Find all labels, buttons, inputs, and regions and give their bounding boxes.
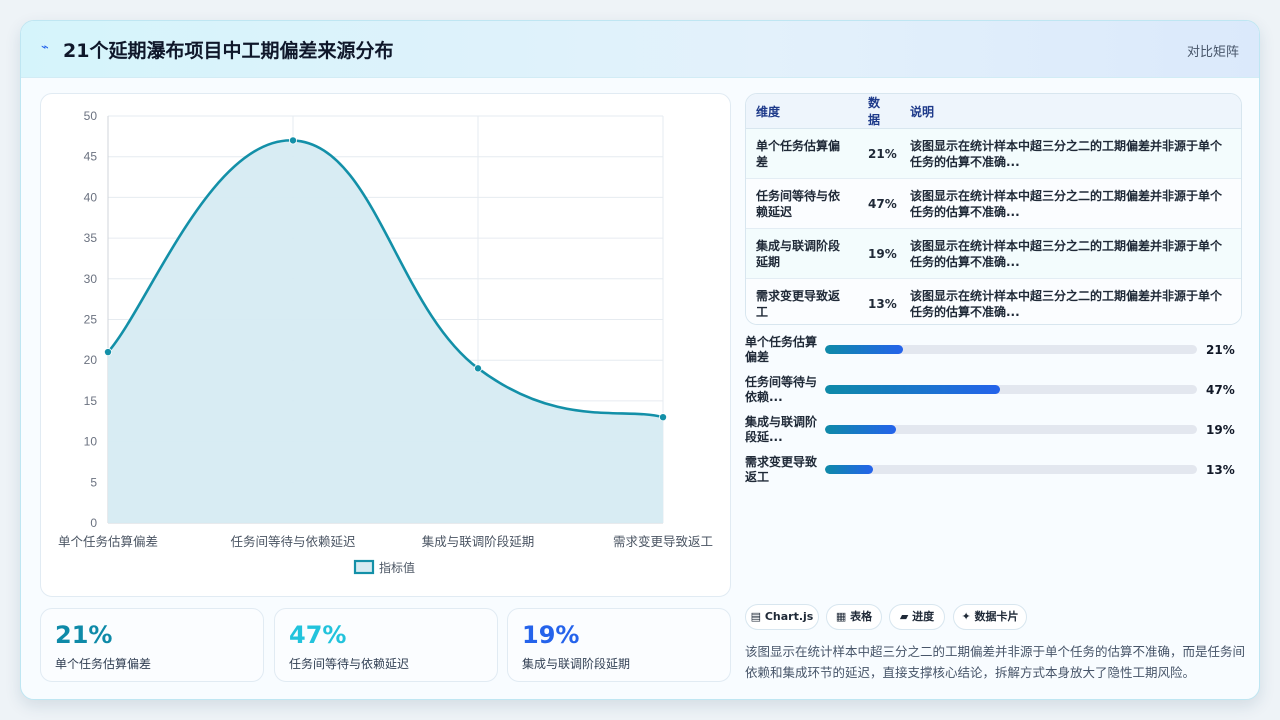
y-tick-label: 25 bbox=[84, 313, 98, 327]
table-header-dim: 维度 bbox=[746, 94, 858, 129]
x-tick-label: 需求变更导致返工 bbox=[613, 534, 713, 549]
progress-label: 单个任务估算偏差 bbox=[745, 335, 818, 364]
y-tick-label: 45 bbox=[84, 150, 98, 164]
progress-track bbox=[825, 425, 1197, 434]
table-cell-desc: 该图显示在统计样本中超三分之二的工期偏差并非源于单个任务的估算不准确... bbox=[900, 128, 1241, 179]
chip-chartjs[interactable]: ▤ Chart.js bbox=[745, 604, 819, 630]
progress-fill bbox=[825, 465, 874, 474]
table-cell-value: 47% bbox=[858, 178, 900, 229]
table-row: 需求变更导致返工 13% 该图显示在统计样本中超三分之二的工期偏差并非源于单个任… bbox=[746, 278, 1241, 324]
stat-label: 集成与联调阶段延期 bbox=[522, 657, 631, 671]
table-cell-value: 19% bbox=[858, 228, 900, 279]
data-point bbox=[473, 364, 482, 373]
x-tick-label: 任务间等待与依赖延迟 bbox=[230, 534, 356, 549]
chip-progress[interactable]: ▰ 进度 bbox=[889, 604, 945, 630]
chip-data-card[interactable]: ✦ 数据卡片 bbox=[953, 604, 1027, 630]
data-table: 维度 数据 说明 单个任务估算偏差 21% 该图显示在统计样本中超三分之二的工期… bbox=[746, 94, 1241, 324]
table-header-desc: 说明 bbox=[900, 94, 1241, 129]
stat-value: 19% bbox=[522, 621, 580, 649]
table-cell-dim: 任务间等待与依赖延迟 bbox=[746, 178, 858, 229]
page-title: 21个延期瀑布项目中工期偏差来源分布 bbox=[63, 40, 394, 62]
stat-value: 47% bbox=[289, 621, 347, 649]
stat-card: 21% 单个任务估算偏差 bbox=[40, 608, 264, 682]
table-cell-dim: 单个任务估算偏差 bbox=[746, 128, 858, 179]
y-tick-label: 0 bbox=[90, 516, 97, 530]
table-cell-dim: 集成与联调阶段延期 bbox=[746, 228, 858, 279]
dashboard-card: ⌁ 21个延期瀑布项目中工期偏差来源分布 对比矩阵 0 5 10 15 20 25 30 35… bbox=[20, 20, 1260, 700]
stat-value: 21% bbox=[55, 621, 113, 649]
table-cell-desc: 该图显示在统计样本中超三分之二的工期偏差并非源于单个任务的估算不准确... bbox=[900, 178, 1241, 229]
spark-icon: ⌁ bbox=[41, 40, 49, 55]
data-table-panel: 维度 数据 说明 单个任务估算偏差 21% 该图显示在统计样本中超三分之二的工期… bbox=[745, 93, 1242, 325]
chip-table[interactable]: ▦ 表格 bbox=[826, 604, 882, 630]
progress-label: 需求变更导致返工 bbox=[745, 455, 818, 484]
legend-label: 指标值 bbox=[379, 560, 415, 575]
table-header-value: 数据 bbox=[858, 94, 900, 129]
data-point bbox=[104, 348, 113, 357]
progress-row: 集成与联调阶段延... 19% bbox=[745, 413, 1240, 449]
table-header-row: 维度 数据 说明 bbox=[746, 94, 1241, 129]
table-cell-desc: 该图显示在统计样本中超三分之二的工期偏差并非源于单个任务的估算不准确... bbox=[900, 278, 1241, 324]
y-tick-label: 40 bbox=[84, 190, 98, 204]
stat-label: 单个任务估算偏差 bbox=[55, 657, 152, 671]
data-point bbox=[288, 136, 297, 145]
stat-label: 任务间等待与依赖延迟 bbox=[289, 657, 410, 671]
progress-value: 19% bbox=[1206, 423, 1235, 437]
x-tick-label: 单个任务估算偏差 bbox=[58, 534, 158, 549]
progress-fill bbox=[825, 345, 904, 354]
line-chart: 0 5 10 15 20 25 30 35 40 45 50 单个任务估算偏差 任务间等待与依赖延迟 集成… bbox=[58, 109, 713, 575]
y-tick-label: 35 bbox=[84, 231, 98, 245]
progress-track bbox=[825, 345, 1197, 354]
progress-value: 13% bbox=[1206, 463, 1235, 477]
progress-track bbox=[825, 465, 1197, 474]
progress-row: 需求变更导致返工 13% bbox=[745, 453, 1240, 489]
table-cell-value: 21% bbox=[858, 128, 900, 179]
progress-row: 任务间等待与依赖... 47% bbox=[745, 373, 1240, 409]
progress-row: 单个任务估算偏差 21% bbox=[745, 333, 1240, 369]
legend-swatch bbox=[353, 559, 375, 575]
stat-card: 19% 集成与联调阶段延期 bbox=[507, 608, 731, 682]
table-cell-dim: 需求变更导致返工 bbox=[746, 278, 858, 324]
stat-card: 47% 任务间等待与依赖延迟 bbox=[274, 608, 498, 682]
table-row: 集成与联调阶段延期 19% 该图显示在统计样本中超三分之二的工期偏差并非源于单个… bbox=[746, 228, 1241, 279]
y-tick-label: 30 bbox=[84, 272, 98, 286]
y-tick-label: 20 bbox=[84, 353, 98, 367]
progress-track bbox=[825, 385, 1197, 394]
progress-fill bbox=[825, 385, 1000, 394]
progress-fill bbox=[825, 425, 896, 434]
y-tick-label: 50 bbox=[84, 109, 98, 123]
progress-label: 任务间等待与依赖... bbox=[745, 375, 818, 404]
progress-value: 47% bbox=[1206, 383, 1235, 397]
table-cell-desc: 该图显示在统计样本中超三分之二的工期偏差并非源于单个任务的估算不准确... bbox=[900, 228, 1241, 279]
table-row: 单个任务估算偏差 21% 该图显示在统计样本中超三分之二的工期偏差并非源于单个任… bbox=[746, 128, 1241, 179]
header-bar: ⌁ 21个延期瀑布项目中工期偏差来源分布 对比矩阵 bbox=[21, 21, 1259, 78]
x-tick-label: 集成与联调阶段延期 bbox=[422, 534, 535, 549]
table-row: 任务间等待与依赖延迟 47% 该图显示在统计样本中超三分之二的工期偏差并非源于单… bbox=[746, 178, 1241, 229]
progress-value: 21% bbox=[1206, 343, 1235, 357]
data-point bbox=[659, 413, 668, 422]
progress-label: 集成与联调阶段延... bbox=[745, 415, 818, 444]
view-mode-label[interactable]: 对比矩阵 bbox=[1187, 41, 1239, 60]
y-tick-label: 5 bbox=[90, 475, 97, 489]
table-cell-value: 13% bbox=[858, 278, 900, 324]
y-tick-label: 10 bbox=[84, 435, 98, 449]
summary-text: 该图显示在统计样本中超三分之二的工期偏差并非源于单个任务的估算不准确，而是任务间… bbox=[745, 644, 1246, 680]
y-tick-label: 15 bbox=[84, 394, 98, 408]
line-chart-panel: 0 5 10 15 20 25 30 35 40 45 50 单个任务估算偏差 任务间等待与依赖延迟 集成… bbox=[40, 93, 731, 597]
